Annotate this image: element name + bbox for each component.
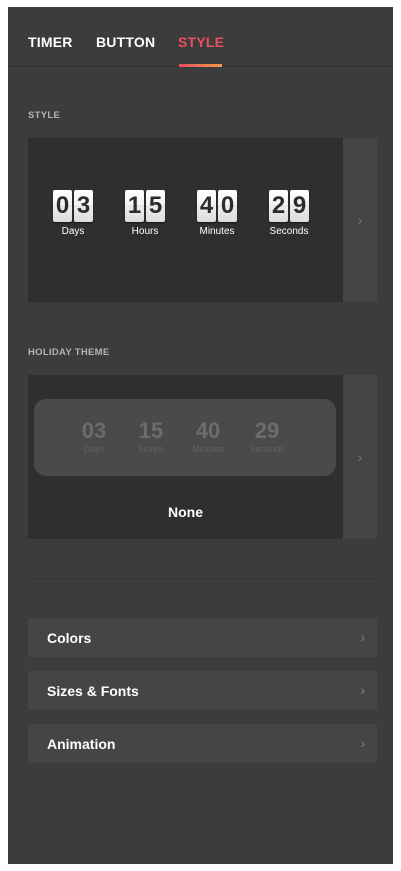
chevron-right-icon: › <box>357 449 363 465</box>
holiday-value: 15 <box>138 418 164 443</box>
holiday-label: Seconds <box>249 444 285 454</box>
style-panel: TIMER BUTTON STYLE STYLE 0 3 Days 1 5 Ho… <box>8 7 393 864</box>
section-divider <box>28 578 377 579</box>
chevron-right-icon: › <box>360 629 365 645</box>
style-preview-card[interactable]: 0 3 Days 1 5 Hours 4 0 Minutes 2 9 Secon… <box>28 138 343 302</box>
holiday-next-button[interactable]: › <box>343 375 377 539</box>
flip-digit: 2 <box>269 190 288 222</box>
holiday-value: 40 <box>195 418 221 443</box>
style-next-button[interactable]: › <box>343 138 377 302</box>
tab-timer[interactable]: TIMER <box>28 34 73 50</box>
holiday-label: Days <box>83 444 105 454</box>
chevron-right-icon: › <box>357 212 363 228</box>
tab-button[interactable]: BUTTON <box>96 34 155 50</box>
flip-digit: 0 <box>53 190 72 222</box>
flip-label: Minutes <box>199 226 235 237</box>
holiday-unit-hours: 15 Hours <box>121 418 181 455</box>
flip-label: Seconds <box>269 226 309 237</box>
holiday-label: Minutes <box>192 444 224 454</box>
chevron-right-icon: › <box>360 735 365 751</box>
holiday-theme-name: None <box>168 504 203 520</box>
holiday-section-title: HOLIDAY THEME <box>28 347 110 358</box>
flip-unit-days: 0 3 Days <box>47 190 99 237</box>
holiday-label: Hours <box>138 444 163 454</box>
menu-item-animation[interactable]: Animation › <box>28 724 377 763</box>
menu-item-colors[interactable]: Colors › <box>28 618 377 657</box>
flip-digit: 4 <box>197 190 216 222</box>
flip-digit: 5 <box>146 190 165 222</box>
tab-bar: TIMER BUTTON STYLE <box>8 7 393 67</box>
flip-label: Hours <box>131 226 159 237</box>
holiday-unit-seconds: 29 Seconds <box>237 418 297 455</box>
menu-item-label: Sizes & Fonts <box>47 683 139 699</box>
flip-unit-minutes: 4 0 Minutes <box>191 190 243 237</box>
flip-unit-seconds: 2 9 Seconds <box>263 190 315 237</box>
flip-unit-hours: 1 5 Hours <box>119 190 171 237</box>
active-tab-indicator <box>179 64 222 67</box>
flip-label: Days <box>61 226 85 237</box>
style-section-title: STYLE <box>28 110 61 121</box>
tab-style[interactable]: STYLE <box>178 34 224 50</box>
holiday-value: 03 <box>81 418 107 443</box>
holiday-preview-card[interactable]: 03 Days 15 Hours 40 Minutes 29 Seconds N… <box>28 375 343 539</box>
menu-item-label: Animation <box>47 736 116 752</box>
flip-digit: 3 <box>74 190 93 222</box>
chevron-right-icon: › <box>360 682 365 698</box>
flip-digit: 0 <box>218 190 237 222</box>
holiday-value: 29 <box>254 418 280 443</box>
menu-item-sizes-fonts[interactable]: Sizes & Fonts › <box>28 671 377 710</box>
holiday-timer-preview: 03 Days 15 Hours 40 Minutes 29 Seconds <box>34 399 336 476</box>
flip-digit: 9 <box>290 190 309 222</box>
flip-digit: 1 <box>125 190 144 222</box>
menu-item-label: Colors <box>47 630 92 646</box>
holiday-unit-minutes: 40 Minutes <box>178 418 238 455</box>
holiday-unit-days: 03 Days <box>64 418 124 455</box>
